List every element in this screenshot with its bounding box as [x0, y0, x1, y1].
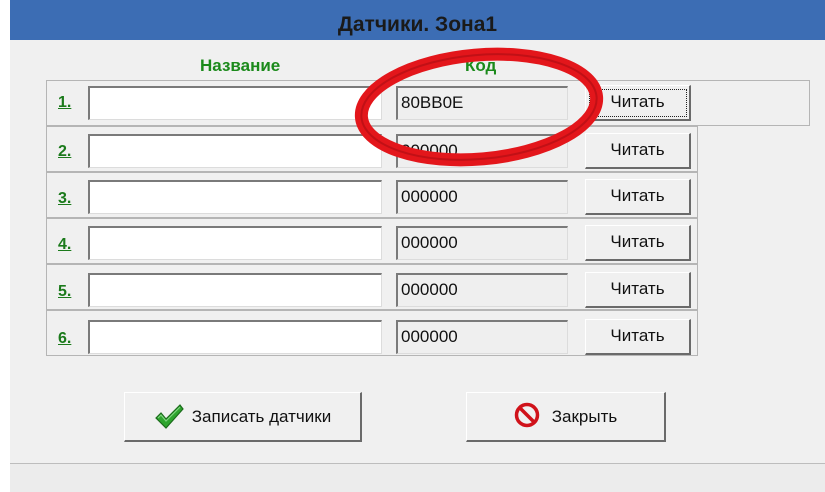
row-number-5: 5.: [58, 283, 72, 300]
status-bar: [10, 463, 825, 492]
read-button-4[interactable]: Читать: [585, 225, 691, 261]
sensor-name-input-1[interactable]: [88, 86, 382, 120]
read-button-2[interactable]: Читать: [585, 133, 691, 169]
sensor-name-input-6[interactable]: [88, 320, 382, 354]
read-button-5[interactable]: Читать: [585, 272, 691, 308]
sensor-name-input-4[interactable]: [88, 226, 382, 260]
sensor-code-field-2: 000000: [396, 134, 568, 168]
read-button-6[interactable]: Читать: [585, 319, 691, 355]
row-number-3: 3.: [58, 190, 72, 207]
read-button-1[interactable]: Читать: [585, 85, 691, 121]
read-button-3[interactable]: Читать: [585, 179, 691, 215]
close-button-label: Закрыть: [551, 406, 618, 426]
column-header-code: Код: [465, 56, 497, 75]
no-entry-icon: [514, 402, 544, 432]
sensor-code-field-6: 000000: [396, 320, 568, 354]
sensor-code-field-5: 000000: [396, 273, 568, 307]
row-number-2: 2.: [58, 143, 72, 160]
checkmark-icon: [154, 402, 184, 432]
sensor-code-field-4: 000000: [396, 226, 568, 260]
sensor-name-input-5[interactable]: [88, 273, 382, 307]
row-number-1: 1.: [58, 94, 72, 111]
save-button-label: Записать датчики: [191, 406, 332, 426]
close-button[interactable]: Закрыть: [466, 392, 666, 442]
sensor-code-field-1: 80BB0E: [396, 86, 568, 120]
window-title: Датчики. Зона1: [337, 13, 498, 36]
save-sensors-button[interactable]: Записать датчики: [124, 392, 362, 442]
title-bar: Датчики. Зона1: [10, 0, 825, 40]
sensor-name-input-2[interactable]: [88, 134, 382, 168]
row-number-4: 4.: [58, 236, 72, 253]
column-header-name: Название: [200, 56, 281, 75]
sensor-name-input-3[interactable]: [88, 180, 382, 214]
row-number-6: 6.: [58, 330, 72, 347]
sensor-code-field-3: 000000: [396, 180, 568, 214]
